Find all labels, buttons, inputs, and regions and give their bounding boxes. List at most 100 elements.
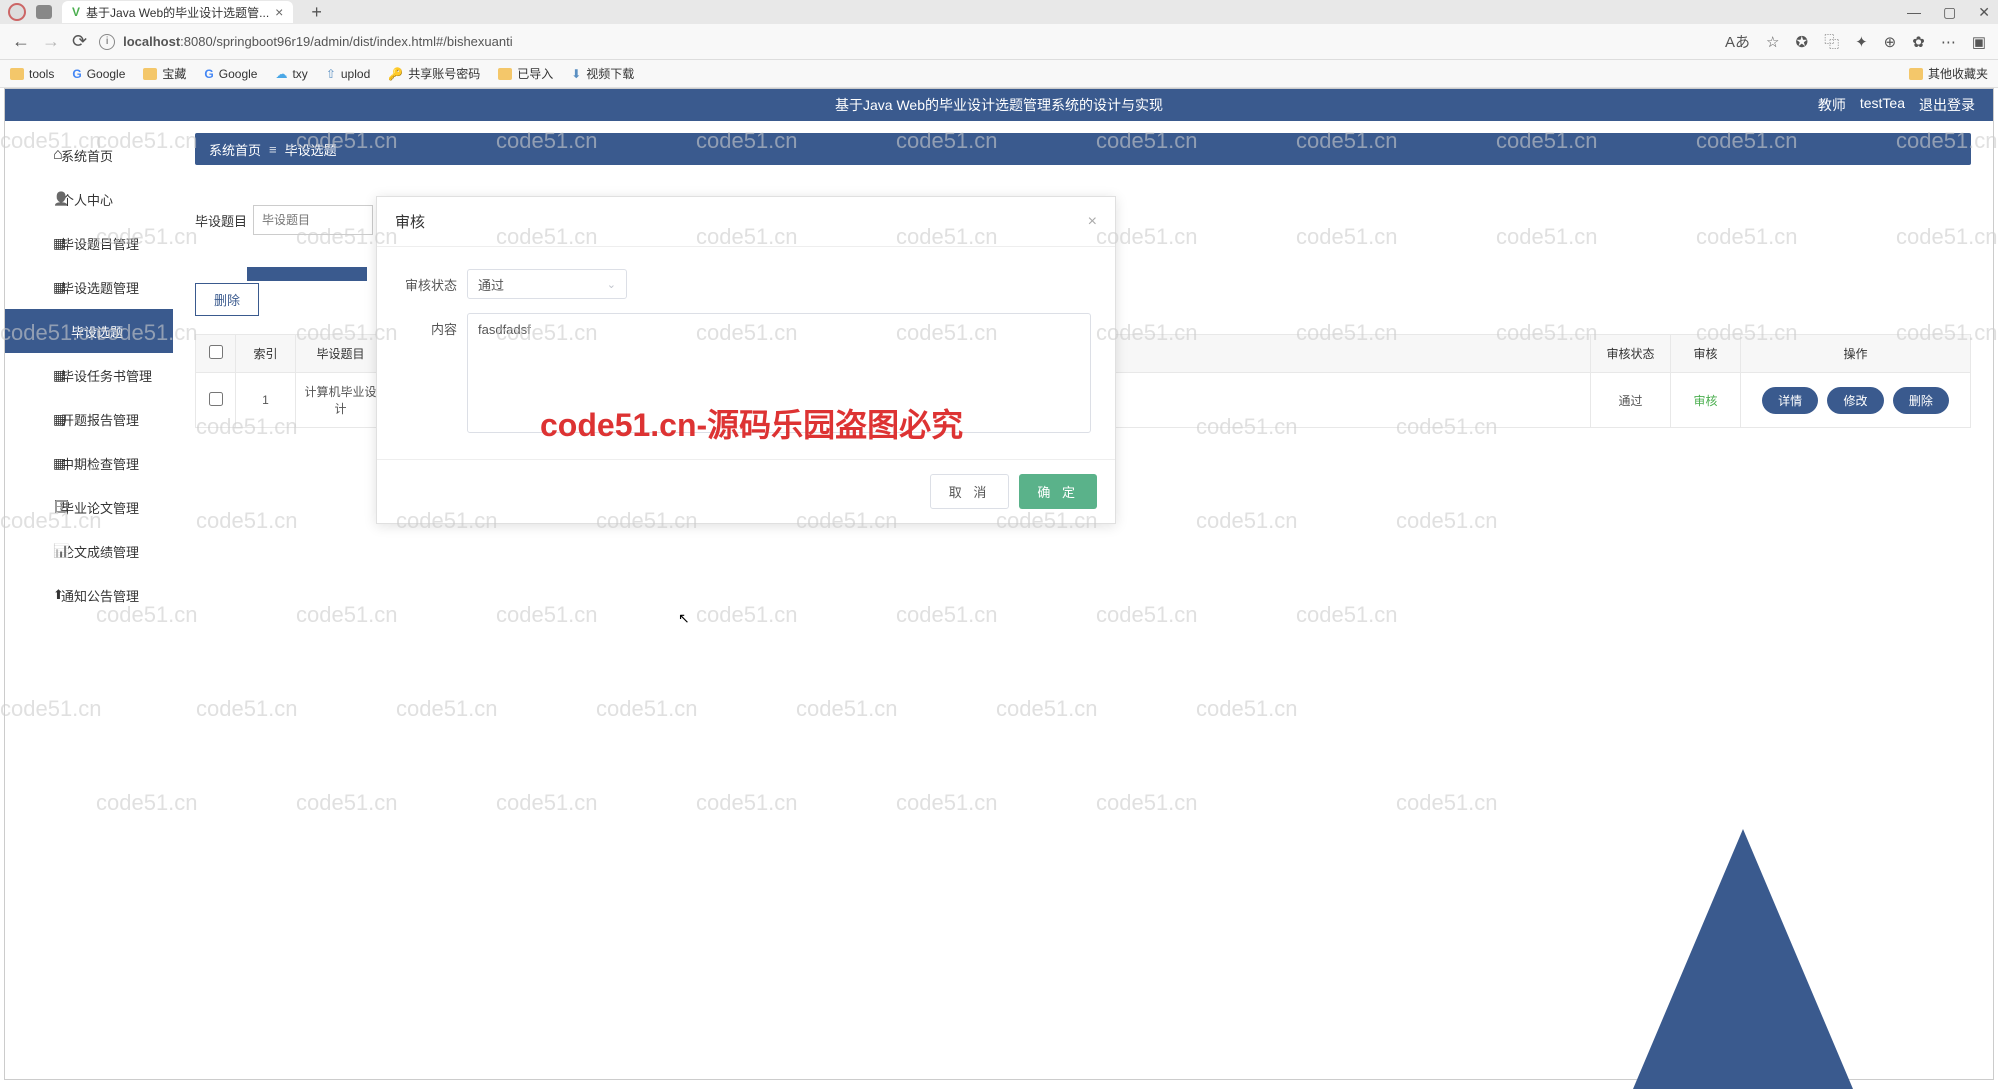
edit-button[interactable]: 修改 [1827,387,1883,414]
bookmark-uplod[interactable]: ⇧uplod [326,67,370,81]
vue-favicon-icon: V [72,5,80,19]
content-textarea[interactable] [467,313,1091,433]
col-index: 索引 [236,335,296,373]
col-status: 审核状态 [1591,335,1671,373]
folder-icon [143,68,157,80]
logout-link[interactable]: 退出登录 [1919,95,1975,115]
sidebar-item-home[interactable]: 系统首页 [5,133,173,177]
window-minimize-icon[interactable]: — [1907,4,1921,21]
download-icon: ⬇ [571,67,581,81]
address-bar[interactable]: i localhost:8080/springboot96r19/admin/d… [99,34,1713,50]
bookmark-treasure[interactable]: 宝藏 [143,65,186,82]
bookmark-google[interactable]: GGoogle [72,67,125,81]
breadcrumb: 系统首页 ≡ 毕设选题 [195,133,1971,165]
col-title: 毕设题目 [296,335,386,373]
sidebar-item-topics[interactable]: 毕设题目管理 [5,221,173,265]
collections-icon[interactable]: ⿻ [1824,31,1839,52]
bookmark-video[interactable]: ⬇视频下载 [571,65,634,82]
url-path: :8080/springboot96r19/admin/dist/index.h… [180,34,512,49]
delete-button[interactable]: 删除 [195,283,259,316]
content-label: 内容 [401,313,457,433]
sidebar-item-grades[interactable]: 论文成绩管理 [5,529,173,573]
profile-avatar-icon[interactable] [8,3,26,21]
star-icon[interactable]: ☆ [1766,33,1779,51]
select-all-checkbox[interactable] [209,345,223,359]
folder-icon [10,68,24,80]
upload-icon: ⇧ [326,67,336,81]
sidebar-item-notice[interactable]: 通知公告管理 [5,573,173,617]
breadcrumb-home[interactable]: 系统首页 [209,140,261,159]
other-bookmarks[interactable]: 其他收藏夹 [1909,65,1988,82]
favorites-icon[interactable]: ✦ [1855,33,1868,51]
status-label: 审核状态 [401,269,457,299]
user-name[interactable]: testTea [1860,95,1905,115]
decorative-triangle [1633,829,1853,1089]
modal-close-icon[interactable]: × [1088,213,1097,231]
browser-tab-strip: V 基于Java Web的毕业设计选题管... × + — ▢ ✕ [0,0,1998,24]
tab-overview-icon[interactable] [36,5,52,19]
nav-forward-icon[interactable]: → [42,31,60,52]
modal-title: 审核 [395,211,425,232]
browser-tab[interactable]: V 基于Java Web的毕业设计选题管... × [62,1,293,23]
search-label: 毕设题目 [195,211,247,230]
breadcrumb-separator-icon: ≡ [269,142,277,157]
google-icon: G [72,67,81,81]
sidebar-toggle-icon[interactable]: ▣ [1972,33,1986,51]
bookmark-txy[interactable]: ☁txy [275,67,307,81]
window-close-icon[interactable]: ✕ [1978,4,1990,21]
new-tab-button[interactable]: + [303,2,330,23]
sidebar-item-selection-mgmt[interactable]: 毕设选题管理 [5,265,173,309]
confirm-button[interactable]: 确 定 [1019,474,1097,509]
mouse-cursor-icon: ↖ [678,610,690,627]
cloud-icon: ☁ [275,67,287,81]
sidebar-item-opening[interactable]: 开题报告管理 [5,397,173,441]
key-icon: 🔑 [388,67,403,81]
bookmark-google2[interactable]: GGoogle [204,67,257,81]
cancel-button[interactable]: 取 消 [930,474,1010,509]
detail-button[interactable]: 详情 [1762,387,1818,414]
app-header: 基于Java Web的毕业设计选题管理系统的设计与实现 教师 testTea 退… [5,89,1993,121]
user-role: 教师 [1818,95,1846,115]
sidebar-item-profile[interactable]: 个人中心 [5,177,173,221]
chevron-down-icon: ⌄ [607,278,616,291]
bookmark-share[interactable]: 🔑共享账号密码 [388,65,480,82]
breadcrumb-current: 毕设选题 [285,140,337,159]
extension3-icon[interactable]: ✿ [1912,33,1925,51]
search-underline [247,267,367,281]
page-title: 基于Java Web的毕业设计选题管理系统的设计与实现 [835,95,1163,115]
close-tab-icon[interactable]: × [275,4,283,20]
browser-toolbar: ← → ⟳ i localhost:8080/springboot96r19/a… [0,24,1998,60]
sidebar: 系统首页 个人中心 毕设题目管理 毕设选题管理 毕设选题 毕设任务书管理 开题报… [5,121,173,1079]
bookmark-imported[interactable]: 已导入 [498,65,553,82]
search-input[interactable] [253,205,373,235]
col-review: 审核 [1671,335,1741,373]
bookmark-tools[interactable]: tools [10,67,54,81]
extension1-icon[interactable]: ✪ [1795,33,1808,51]
folder-icon [1909,68,1923,80]
bookmarks-bar: tools GGoogle 宝藏 GGoogle ☁txy ⇧uplod 🔑共享… [0,60,1998,88]
review-modal: 审核 × 审核状态 通过 ⌄ 内容 取 消 确 定 [376,196,1116,524]
google-icon: G [204,67,213,81]
sidebar-item-task[interactable]: 毕设任务书管理 [5,353,173,397]
col-ops: 操作 [1741,335,1971,373]
tab-title: 基于Java Web的毕业设计选题管... [86,4,269,21]
nav-back-icon[interactable]: ← [12,31,30,52]
cell-title: 计算机毕业设计 [296,373,386,428]
window-maximize-icon[interactable]: ▢ [1943,4,1956,21]
extension2-icon[interactable]: ⊕ [1884,33,1897,51]
row-delete-button[interactable]: 删除 [1893,387,1949,414]
more-icon[interactable]: ⋯ [1941,33,1956,51]
sidebar-item-selection[interactable]: 毕设选题 [5,309,173,353]
sidebar-item-thesis[interactable]: 毕业论文管理 [5,485,173,529]
nav-refresh-icon[interactable]: ⟳ [72,31,87,52]
status-value: 通过 [478,275,504,294]
read-aloud-icon[interactable]: Aあ [1725,31,1750,52]
review-link[interactable]: 审核 [1693,394,1717,408]
status-select[interactable]: 通过 ⌄ [467,269,627,299]
url-host: localhost [123,34,180,49]
sidebar-item-midterm[interactable]: 中期检查管理 [5,441,173,485]
cell-index: 1 [236,373,296,428]
folder-icon [498,68,512,80]
site-info-icon[interactable]: i [99,34,115,50]
row-checkbox[interactable] [209,392,223,406]
